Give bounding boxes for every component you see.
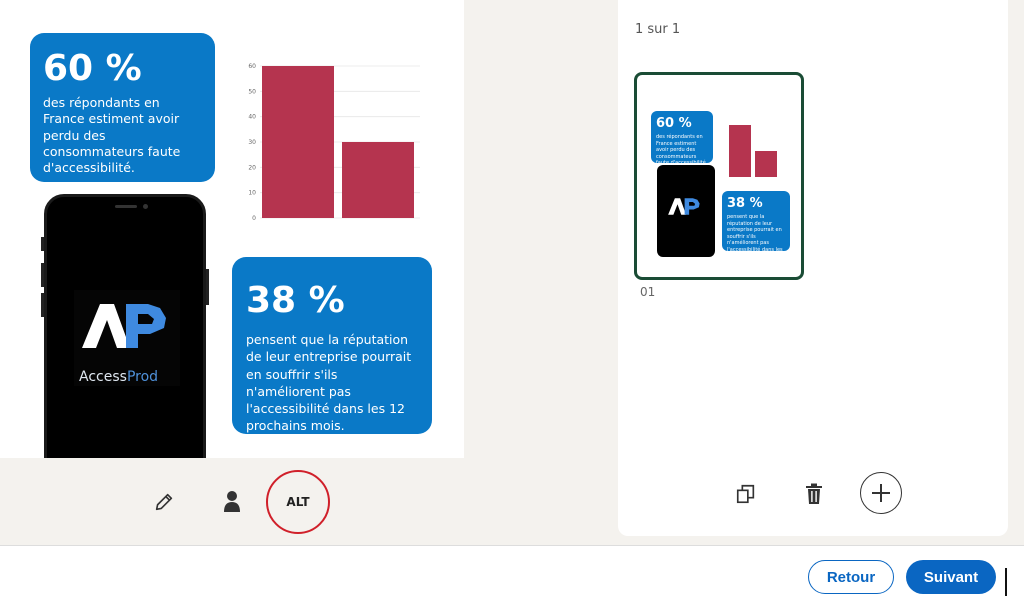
chart-y-tick-label: 60 bbox=[248, 63, 256, 70]
ap-logo-icon bbox=[82, 304, 166, 348]
alt-text-button[interactable]: ALT bbox=[266, 470, 330, 534]
chart-bar bbox=[262, 66, 334, 218]
chart-y-tick-label: 50 bbox=[248, 88, 256, 95]
stat-card-60: 60 % des répondants en France estiment a… bbox=[30, 33, 215, 182]
page-counter: 1 sur 1 bbox=[635, 22, 681, 37]
stat-description: pensent que la réputation de leur entrep… bbox=[246, 332, 412, 434]
chart-y-tick-label: 40 bbox=[248, 114, 256, 121]
bar-chart: 0 10 20 30 40 50 60 bbox=[248, 63, 420, 222]
chart-y-tick-label: 10 bbox=[248, 190, 256, 197]
delete-button[interactable] bbox=[800, 480, 828, 508]
thumb-phone bbox=[657, 165, 715, 257]
chart-bar bbox=[342, 142, 414, 218]
duplicate-icon bbox=[736, 484, 755, 504]
chart-y-tick-label: 0 bbox=[252, 215, 256, 222]
stat-percent: 60 % bbox=[43, 48, 142, 89]
duplicate-button[interactable] bbox=[732, 480, 760, 508]
text-cursor bbox=[1005, 568, 1007, 596]
pages-panel: 1 sur 1 60 % des répondants en France es… bbox=[618, 0, 1008, 536]
thumbnail-number: 01 bbox=[640, 285, 656, 299]
thumb-chart bbox=[729, 125, 777, 177]
alt-label: ALT bbox=[286, 495, 310, 509]
next-button[interactable]: Suivant bbox=[906, 560, 996, 594]
stat-percent: 38 % bbox=[246, 280, 345, 321]
chart-y-tick-label: 20 bbox=[248, 164, 256, 171]
trash-icon bbox=[806, 483, 822, 504]
chart-y-ticks: 0 10 20 30 40 50 60 bbox=[248, 63, 256, 222]
tag-people-button[interactable] bbox=[218, 488, 246, 516]
edit-button[interactable] bbox=[150, 488, 178, 516]
back-button[interactable]: Retour bbox=[808, 560, 894, 594]
add-page-button[interactable] bbox=[860, 472, 902, 514]
phone-image: AccessProd bbox=[41, 194, 209, 458]
plus-icon bbox=[872, 484, 890, 502]
thumb-card-38: 38 % pensent que la réputation de leur e… bbox=[722, 191, 790, 259]
footer-bar: Retour Suivant bbox=[0, 545, 1024, 599]
page-thumbnail[interactable]: 60 % des répondants en France estiment a… bbox=[634, 72, 804, 280]
page-actions bbox=[618, 468, 1008, 518]
editor-toolbar: ALT bbox=[0, 458, 618, 544]
thumb-card-60: 60 % des répondants en France estiment a… bbox=[651, 111, 713, 166]
stat-description: des répondants en France estiment avoir … bbox=[43, 95, 181, 175]
chart-y-tick-label: 30 bbox=[248, 139, 256, 146]
logo-wordmark: AccessProd bbox=[79, 369, 159, 385]
pencil-icon bbox=[155, 493, 173, 511]
stat-card-38: 38 % pensent que la réputation de leur e… bbox=[232, 257, 432, 434]
person-icon bbox=[224, 491, 240, 512]
ap-logo-icon bbox=[668, 198, 700, 215]
slide-canvas[interactable]: 60 % des répondants en France estiment a… bbox=[0, 0, 464, 458]
